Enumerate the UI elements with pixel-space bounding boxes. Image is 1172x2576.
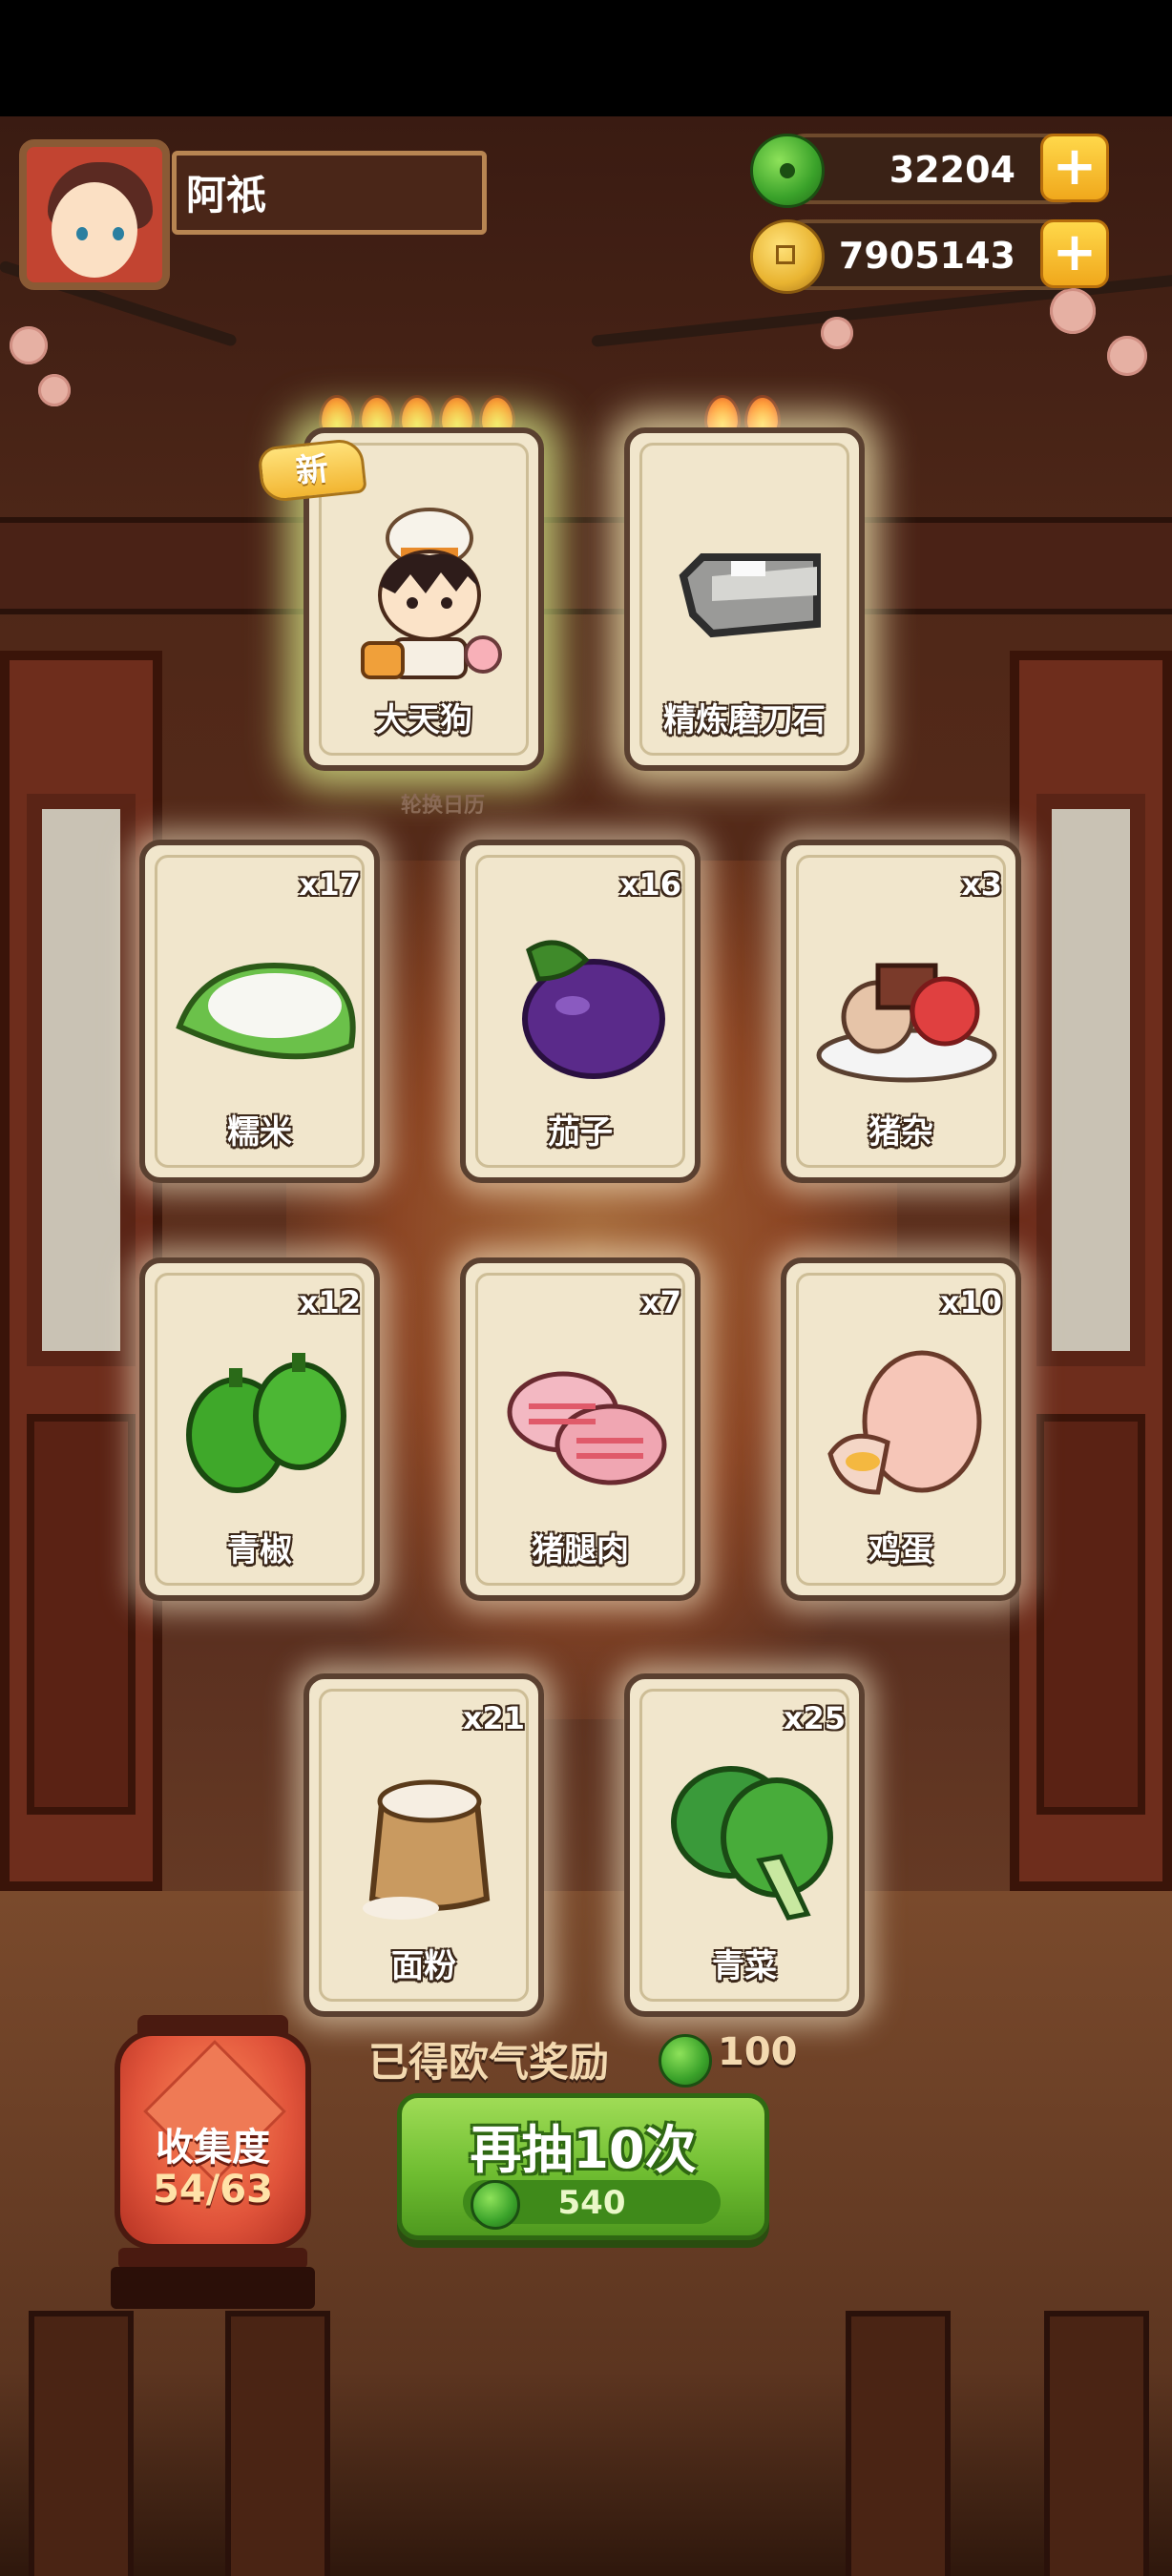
pork-offal-icon — [816, 963, 997, 1083]
player-name: 阿祇 — [172, 151, 487, 235]
chef-character-icon — [361, 508, 502, 679]
jade-icon — [750, 134, 825, 208]
lantern-foot — [118, 2248, 307, 2269]
whetstone-icon — [679, 553, 821, 638]
jade-value: 32204 — [889, 149, 1015, 191]
blossom — [821, 317, 853, 349]
card-label: 糯米 — [227, 1113, 292, 1152]
luck-reward-value: 100 — [718, 2030, 798, 2074]
reward-card-item[interactable]: x10 鸡蛋 — [781, 1257, 1021, 1601]
pork-leg-icon — [507, 1371, 667, 1485]
reward-card-item[interactable]: x16 茄子 — [460, 840, 701, 1183]
draw-again-button[interactable]: 再抽10次 540 — [397, 2093, 769, 2240]
card-label: 青椒 — [227, 1531, 292, 1569]
reward-card-item[interactable]: x25 青菜 — [624, 1673, 865, 2017]
draw-again-label: 再抽10次 — [470, 2120, 697, 2180]
reward-card-item[interactable]: x17 糯米 — [139, 840, 380, 1183]
bok-choy-icon — [671, 1766, 833, 1921]
left-door — [0, 651, 162, 1891]
railing-post — [1044, 2311, 1149, 2576]
wall-beam — [0, 517, 1172, 614]
blossom — [1050, 288, 1096, 334]
item-count: x12 — [298, 1284, 361, 1320]
item-count: x25 — [783, 1700, 846, 1736]
blossom — [10, 326, 48, 364]
reward-card-whetstone[interactable]: 精炼磨刀石 — [624, 427, 865, 771]
green-pepper-icon — [186, 1353, 346, 1493]
status-bar — [0, 0, 1172, 116]
rotation-calendar-label: 轮换日历 — [401, 794, 486, 818]
coin-icon — [750, 219, 825, 294]
card-label: 面粉 — [391, 1947, 456, 1985]
blossom — [1107, 336, 1147, 376]
reward-card-item[interactable]: x7 猪腿肉 — [460, 1257, 701, 1601]
lantern-stand — [111, 2267, 315, 2309]
glutinous-rice-icon — [176, 963, 356, 1060]
draw-cost-value: 540 — [557, 2184, 626, 2222]
item-count: x3 — [961, 866, 1002, 903]
item-count: x7 — [640, 1284, 681, 1320]
railing-post — [29, 2311, 134, 2576]
add-coin-button[interactable]: + — [1040, 219, 1109, 288]
eggplant-icon — [522, 940, 665, 1079]
luck-reward-label: 已得欧气奖励 — [368, 2039, 610, 2086]
draw-cost: 540 — [463, 2180, 721, 2230]
reward-card-item[interactable]: x21 面粉 — [303, 1673, 544, 2017]
player-avatar[interactable] — [19, 139, 170, 290]
reward-card-item[interactable]: x12 青椒 — [139, 1257, 380, 1601]
card-label: 大天狗 — [375, 701, 472, 739]
coin-value: 7905143 — [838, 235, 1015, 277]
egg-icon — [827, 1350, 982, 1495]
card-label: 青菜 — [712, 1947, 777, 1985]
card-label: 猪杂 — [869, 1113, 933, 1152]
item-count: x21 — [462, 1700, 525, 1736]
card-label: 鸡蛋 — [869, 1531, 933, 1569]
railing-post — [225, 2311, 330, 2576]
right-door — [1010, 651, 1172, 1891]
card-label: 猪腿肉 — [532, 1531, 629, 1569]
item-count: x16 — [618, 866, 681, 903]
card-label: 茄子 — [548, 1113, 613, 1152]
flour-sack-icon — [363, 1779, 491, 1920]
collection-label: 收集度 — [156, 2126, 270, 2170]
jade-icon — [659, 2034, 712, 2088]
collection-value: 54/63 — [153, 2168, 273, 2212]
reward-card-item[interactable]: x3 猪杂 — [781, 840, 1021, 1183]
item-count: x17 — [298, 866, 361, 903]
railing-post — [846, 2311, 951, 2576]
new-badge: 新 — [257, 437, 367, 504]
blossom — [38, 374, 71, 406]
card-label: 精炼磨刀石 — [663, 701, 826, 739]
add-jade-button[interactable]: + — [1040, 134, 1109, 202]
item-count: x10 — [939, 1284, 1002, 1320]
